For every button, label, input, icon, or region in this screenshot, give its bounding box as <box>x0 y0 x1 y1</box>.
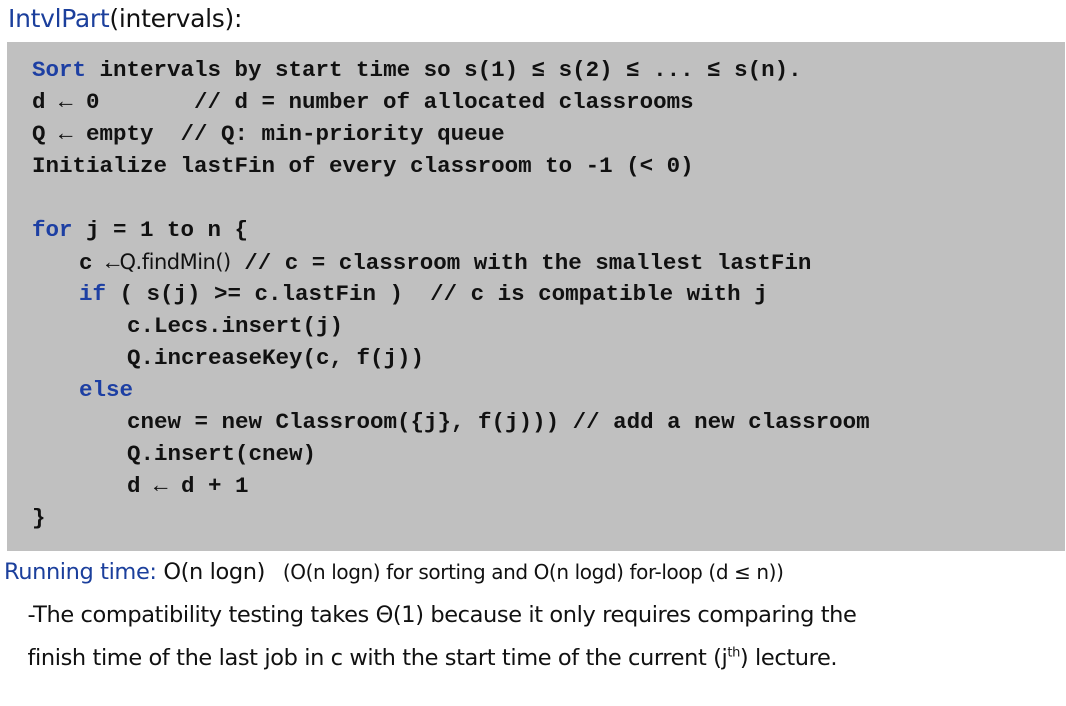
function-name: IntvlPart <box>8 4 110 33</box>
running-time-line: Running time: O(n logn) (O(n logn) for s… <box>4 559 784 585</box>
code-line-init-d: d ← 0 // d = number of allocated classro… <box>32 89 694 115</box>
compatibility-note-line2: finish time of the last job in c with th… <box>14 645 838 671</box>
keyword: for <box>32 217 73 243</box>
code-line-increment-d: d ← d + 1 <box>127 473 249 499</box>
code-line-for: for j = 1 to n { <box>32 217 249 243</box>
keyword: if <box>79 281 107 307</box>
keyword: else <box>79 377 134 403</box>
running-time-value: O(n logn) <box>156 559 265 585</box>
algorithm-title: IntvlPart(intervals): <box>8 4 242 33</box>
code-line-new-classroom: cnew = new Classroom({j}, f(j))) // add … <box>127 409 870 435</box>
code-line-init-q: Q ← empty // Q: min-priority queue <box>32 121 505 147</box>
compatibility-note-line1: -The compatibility testing takes Θ(1) be… <box>14 602 857 628</box>
code-line-lecs-insert: c.Lecs.insert(j) <box>127 313 344 339</box>
code-line-increasekey: Q.increaseKey(c, f(j)) <box>127 345 425 371</box>
code-line-close-brace: } <box>32 505 46 531</box>
code-line-init-lastfin: Initialize lastFin of every classroom to… <box>32 153 694 179</box>
code-line-sort: Sort intervals by start time so s(1) ≤ s… <box>32 57 802 83</box>
running-time-label: Running time: <box>4 559 157 585</box>
keyword: Sort <box>32 57 87 83</box>
running-time-detail: (O(n logn) for sorting and O(n logd) for… <box>264 560 784 584</box>
code-line-if: if ( s(j) >= c.lastFin ) // c is compati… <box>79 281 768 307</box>
code-line-else: else <box>79 374 133 406</box>
function-params: (intervals): <box>109 4 243 33</box>
code-line-findmin: c ←Q.findMin() // c = classroom with the… <box>79 250 812 276</box>
code-line-q-insert: Q.insert(cnew) <box>127 441 317 467</box>
pseudocode-block: Sort intervals by start time so s(1) ≤ s… <box>7 42 1065 551</box>
